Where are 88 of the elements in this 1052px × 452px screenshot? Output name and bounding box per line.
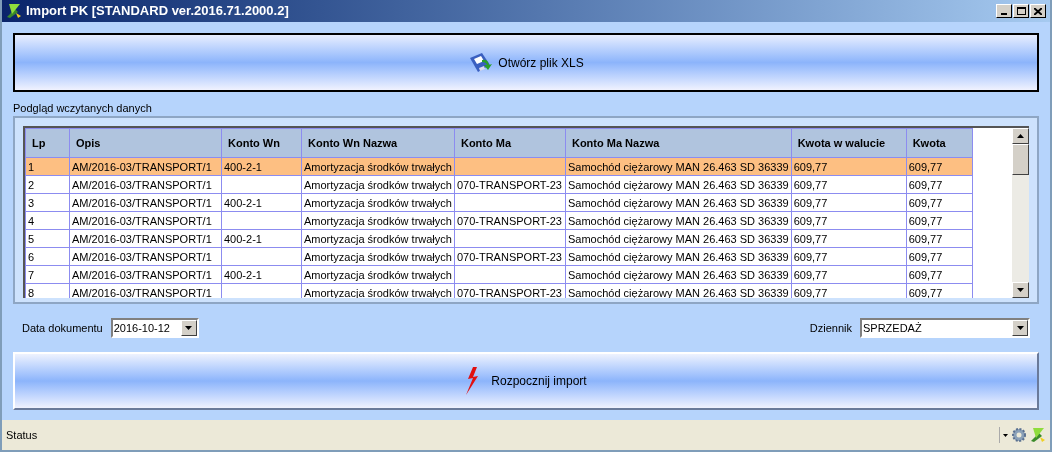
column-header[interactable]: Konto Ma Nazwa	[565, 128, 792, 158]
table-cell: 070-TRANSPORT-23	[454, 211, 566, 230]
table-cell: 609,77	[791, 265, 907, 284]
close-button[interactable]	[1030, 4, 1046, 18]
table-cell: Amortyzacja środków trwałych	[301, 229, 455, 248]
scroll-down-button[interactable]	[1012, 282, 1029, 298]
table-cell: 609,77	[791, 229, 907, 248]
field-label: Data dokumentu	[22, 320, 103, 336]
table-cell: 609,77	[906, 283, 973, 298]
table-cell: 609,77	[791, 175, 907, 194]
table-cell: 7	[25, 265, 70, 284]
lightning-icon	[465, 367, 480, 395]
table-cell: 609,77	[906, 247, 973, 266]
table-cell: 4	[25, 211, 70, 230]
status-text: Status	[6, 427, 38, 443]
table-cell: 3	[25, 193, 70, 212]
up-arrow-icon	[1017, 134, 1024, 138]
table-cell: Samochód ciężarowy MAN 26.463 SD 36339	[565, 175, 792, 194]
vertical-scrollbar[interactable]	[1012, 128, 1029, 298]
table-cell: Amortyzacja środków trwałych	[301, 283, 455, 298]
open-file-button[interactable]: Otwórz plik XLS	[13, 33, 1039, 92]
table-cell: 609,77	[906, 193, 973, 212]
app-icon	[6, 3, 22, 19]
journal-dropdown[interactable]: SPRZEDAŻ	[860, 318, 1030, 338]
section-label: Podgląd wczytanych danych	[13, 101, 152, 116]
close-icon	[1034, 7, 1042, 15]
table-cell: 1	[25, 157, 70, 176]
table-cell: 609,77	[791, 283, 907, 298]
table-cell: 609,77	[906, 265, 973, 284]
scroll-up-button[interactable]	[1012, 128, 1029, 144]
date-picker[interactable]: 2016-10-12	[110, 318, 199, 338]
table-cell: 609,77	[791, 193, 907, 212]
table-cell: AM/2016-03/TRANSPORT/1	[69, 211, 222, 230]
table-cell: Samochód ciężarowy MAN 26.463 SD 36339	[565, 283, 792, 298]
table-cell: AM/2016-03/TRANSPORT/1	[69, 229, 222, 248]
table-cell: AM/2016-03/TRANSPORT/1	[69, 247, 222, 266]
table-cell: 609,77	[791, 157, 907, 176]
table-cell: AM/2016-03/TRANSPORT/1	[69, 175, 222, 194]
table-cell: Samochód ciężarowy MAN 26.463 SD 36339	[565, 247, 792, 266]
table-cell: AM/2016-03/TRANSPORT/1	[69, 157, 222, 176]
table-cell: Samochód ciężarowy MAN 26.463 SD 36339	[565, 211, 792, 230]
table-cell: AM/2016-03/TRANSPORT/1	[69, 283, 222, 298]
table-cell: 5	[25, 229, 70, 248]
table-cell: 400-2-1	[221, 229, 302, 248]
table-cell: 609,77	[791, 211, 907, 230]
table-cell: 070-TRANSPORT-23	[454, 175, 566, 194]
dropdown-arrow-icon[interactable]	[1003, 433, 1008, 437]
table-cell: Amortyzacja środków trwałych	[301, 175, 455, 194]
table-cell: 400-2-1	[221, 265, 302, 284]
window-title: Import PK [STANDARD ver.2016.71.2000.2]	[26, 2, 289, 21]
table-cell: 8	[25, 283, 70, 298]
table-cell: AM/2016-03/TRANSPORT/1	[69, 265, 222, 284]
table-cell: 609,77	[791, 247, 907, 266]
column-header[interactable]: Lp	[25, 128, 70, 158]
table-cell: AM/2016-03/TRANSPORT/1	[69, 193, 222, 212]
table-cell: Amortyzacja środków trwałych	[301, 157, 455, 176]
column-header[interactable]: Kwota w walucie	[791, 128, 907, 158]
start-import-button[interactable]: Rozpocznij import	[13, 352, 1039, 410]
table-cell: 2	[25, 175, 70, 194]
table-cell: Amortyzacja środków trwałych	[301, 265, 455, 284]
table-cell: Amortyzacja środków trwałych	[301, 193, 455, 212]
table-cell: 609,77	[906, 229, 973, 248]
app-icon[interactable]	[1030, 427, 1046, 443]
column-header[interactable]: Konto Ma	[454, 128, 566, 158]
maximize-button[interactable]	[1013, 4, 1029, 18]
table-cell: 400-2-1	[221, 193, 302, 212]
minimize-button[interactable]	[996, 4, 1012, 18]
column-header[interactable]: Konto Wn	[221, 128, 302, 158]
down-arrow-icon	[1017, 288, 1024, 292]
table-cell: Amortyzacja środków trwałych	[301, 247, 455, 266]
table-cell: Samochód ciężarowy MAN 26.463 SD 36339	[565, 157, 792, 176]
table-cell: Samochód ciężarowy MAN 26.463 SD 36339	[565, 229, 792, 248]
table-cell: 070-TRANSPORT-23	[454, 247, 566, 266]
field-label: Dziennik	[809, 320, 852, 336]
table-cell: 609,77	[906, 211, 973, 230]
scroll-thumb[interactable]	[1012, 144, 1029, 175]
table-cell: 6	[25, 247, 70, 266]
column-header[interactable]: Konto Wn Nazwa	[301, 128, 455, 158]
gear-icon[interactable]	[1011, 427, 1027, 443]
table-cell: 070-TRANSPORT-23	[454, 283, 566, 298]
table-cell: Samochód ciężarowy MAN 26.463 SD 36339	[565, 193, 792, 212]
table-cell: Amortyzacja środków trwałych	[301, 211, 455, 230]
table-cell: Samochód ciężarowy MAN 26.463 SD 36339	[565, 265, 792, 284]
column-header[interactable]: Kwota	[906, 128, 973, 158]
column-header[interactable]: Opis	[69, 128, 222, 158]
table-cell: 609,77	[906, 157, 973, 176]
table-cell: 400-2-1	[221, 157, 302, 176]
table-cell: 609,77	[906, 175, 973, 194]
